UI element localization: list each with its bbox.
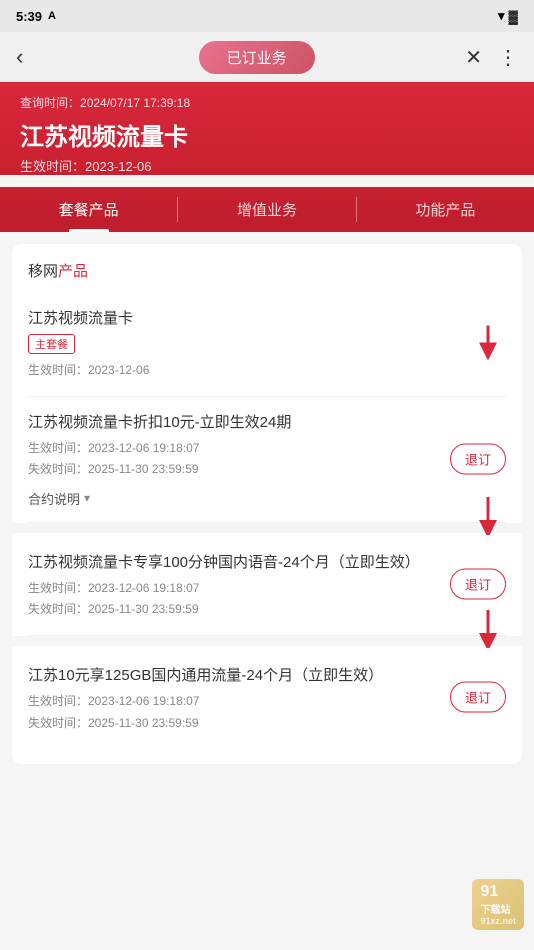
unsubscribe-button-4[interactable]: 退订 bbox=[450, 682, 506, 713]
top-section: 查询时间：2024/07/17 17:39:18 江苏视频流量卡 生效时间：20… bbox=[0, 82, 534, 175]
arrow-down-icon-2 bbox=[470, 495, 506, 535]
contract-link-label-2: 合约说明 bbox=[28, 489, 80, 508]
query-time: 查询时间：2024/07/17 17:39:18 bbox=[20, 94, 514, 111]
product-name-4: 江苏10元享125GB国内通用流量-24个月（立即生效） bbox=[28, 664, 426, 685]
watermark-box: 91 下载站 91xz.net bbox=[472, 879, 524, 930]
header: ‹ 已订业务 ✕ ⋮ bbox=[0, 32, 534, 82]
arrow-down-icon-3 bbox=[470, 608, 506, 648]
status-bar-left: 5:39 A bbox=[16, 9, 56, 24]
section-header-accent: 产品 bbox=[58, 263, 88, 280]
header-actions: ✕ ⋮ bbox=[465, 45, 518, 70]
close-button[interactable]: ✕ bbox=[465, 45, 482, 70]
effective-time: 生效时间：2023-12-06 bbox=[20, 156, 514, 175]
product-time-4: 生效时间：2023-12-06 19:18:07失效时间：2025-11-30 … bbox=[28, 691, 426, 734]
back-button[interactable]: ‹ bbox=[16, 44, 48, 70]
watermark: 91 下载站 91xz.net bbox=[472, 879, 524, 930]
product-name-2: 江苏视频流量卡折扣10元-立即生效24期 bbox=[28, 411, 426, 432]
tab-package-label: 套餐产品 bbox=[59, 202, 119, 219]
status-time: 5:39 bbox=[16, 9, 42, 24]
product-name-3: 江苏视频流量卡专享100分钟国内语音-24个月（立即生效） bbox=[28, 551, 426, 572]
product-item-4: 江苏10元享125GB国内通用流量-24个月（立即生效） 生效时间：2023-1… bbox=[28, 646, 506, 748]
watermark-url: 91xz.net bbox=[480, 916, 516, 926]
tab-function[interactable]: 功能产品 bbox=[357, 187, 534, 232]
product-item-3: 江苏视频流量卡专享100分钟国内语音-24个月（立即生效） 生效时间：2023-… bbox=[28, 533, 506, 636]
arrow-down-icon-1 bbox=[470, 324, 506, 360]
unsubscribe-button-3[interactable]: 退订 bbox=[450, 568, 506, 599]
section-header: 移网产品 bbox=[28, 260, 506, 281]
tab-function-label: 功能产品 bbox=[415, 202, 475, 219]
product-time-3: 生效时间：2023-12-06 19:18:07失效时间：2025-11-30 … bbox=[28, 578, 426, 621]
tabs: 套餐产品 增值业务 功能产品 bbox=[0, 187, 534, 232]
chevron-down-icon: ▾ bbox=[84, 491, 90, 505]
item-separator-2 bbox=[12, 636, 522, 646]
product-time-2: 生效时间：2023-12-06 19:18:07失效时间：2025-11-30 … bbox=[28, 438, 426, 481]
tab-value-added-label: 增值业务 bbox=[237, 202, 297, 219]
products-card: 移网产品 江苏视频流量卡 主套餐 生效时间：2023-12-06 bbox=[12, 244, 522, 764]
header-title-container: 已订业务 bbox=[48, 41, 465, 74]
query-time-label: 查询时间： bbox=[20, 96, 80, 110]
main-badge-1: 主套餐 bbox=[28, 334, 75, 354]
status-bar-right: ▾ ▓ bbox=[498, 8, 518, 24]
product-effective-time-1: 生效时间：2023-12-06 bbox=[28, 360, 506, 382]
product-item-1: 江苏视频流量卡 主套餐 生效时间：2023-12-06 bbox=[28, 293, 506, 397]
header-title: 已订业务 bbox=[199, 41, 315, 74]
network-icon: A bbox=[48, 10, 56, 22]
product-name-1: 江苏视频流量卡 bbox=[28, 307, 506, 328]
page-title: 江苏视频流量卡 bbox=[20, 117, 514, 152]
battery-icon: ▓ bbox=[509, 9, 518, 24]
item-separator-1 bbox=[12, 523, 522, 533]
query-time-value: 2024/07/17 17:39:18 bbox=[80, 96, 190, 110]
tab-package[interactable]: 套餐产品 bbox=[0, 187, 177, 232]
status-bar: 5:39 A ▾ ▓ bbox=[0, 0, 534, 32]
product-item-2: 江苏视频流量卡折扣10元-立即生效24期 生效时间：2023-12-06 19:… bbox=[28, 397, 506, 523]
content: 移网产品 江苏视频流量卡 主套餐 生效时间：2023-12-06 bbox=[0, 232, 534, 776]
tab-value-added[interactable]: 增值业务 bbox=[178, 187, 355, 232]
watermark-line1: 91 bbox=[480, 883, 516, 901]
effective-time-value: 2023-12-06 bbox=[85, 159, 152, 174]
unsubscribe-button-2[interactable]: 退订 bbox=[450, 444, 506, 475]
contract-link-2[interactable]: 合约说明 ▾ bbox=[28, 489, 426, 508]
wifi-icon: ▾ bbox=[498, 8, 505, 24]
more-button[interactable]: ⋮ bbox=[498, 45, 518, 70]
watermark-line2: 下载站 bbox=[480, 901, 516, 916]
effective-time-label: 生效时间： bbox=[20, 159, 85, 174]
